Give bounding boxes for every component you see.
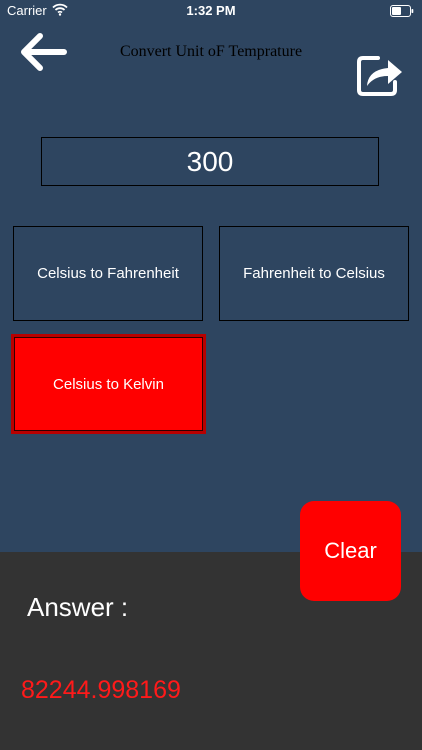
fahrenheit-to-celsius-button[interactable]: Fahrenheit to Celsius	[219, 226, 409, 321]
back-arrow-icon	[21, 33, 67, 71]
back-button[interactable]	[18, 30, 68, 74]
share-icon	[357, 56, 402, 96]
share-button[interactable]	[356, 52, 404, 98]
clear-button[interactable]: Clear	[300, 501, 401, 601]
answer-label: Answer :	[27, 592, 129, 622]
celsius-to-fahrenheit-button[interactable]: Celsius to Fahrenheit	[13, 226, 203, 321]
battery-icon	[390, 5, 414, 17]
answer-value: 82244.998169	[21, 676, 181, 704]
temperature-input[interactable]	[41, 137, 379, 186]
celsius-to-kelvin-button[interactable]: Celsius to Kelvin	[11, 334, 206, 434]
page-title: Convert Unit oF Temprature	[119, 43, 303, 60]
status-time: 1:32 PM	[186, 3, 236, 18]
status-bar: Carrier 1:32 PM	[0, 0, 422, 22]
